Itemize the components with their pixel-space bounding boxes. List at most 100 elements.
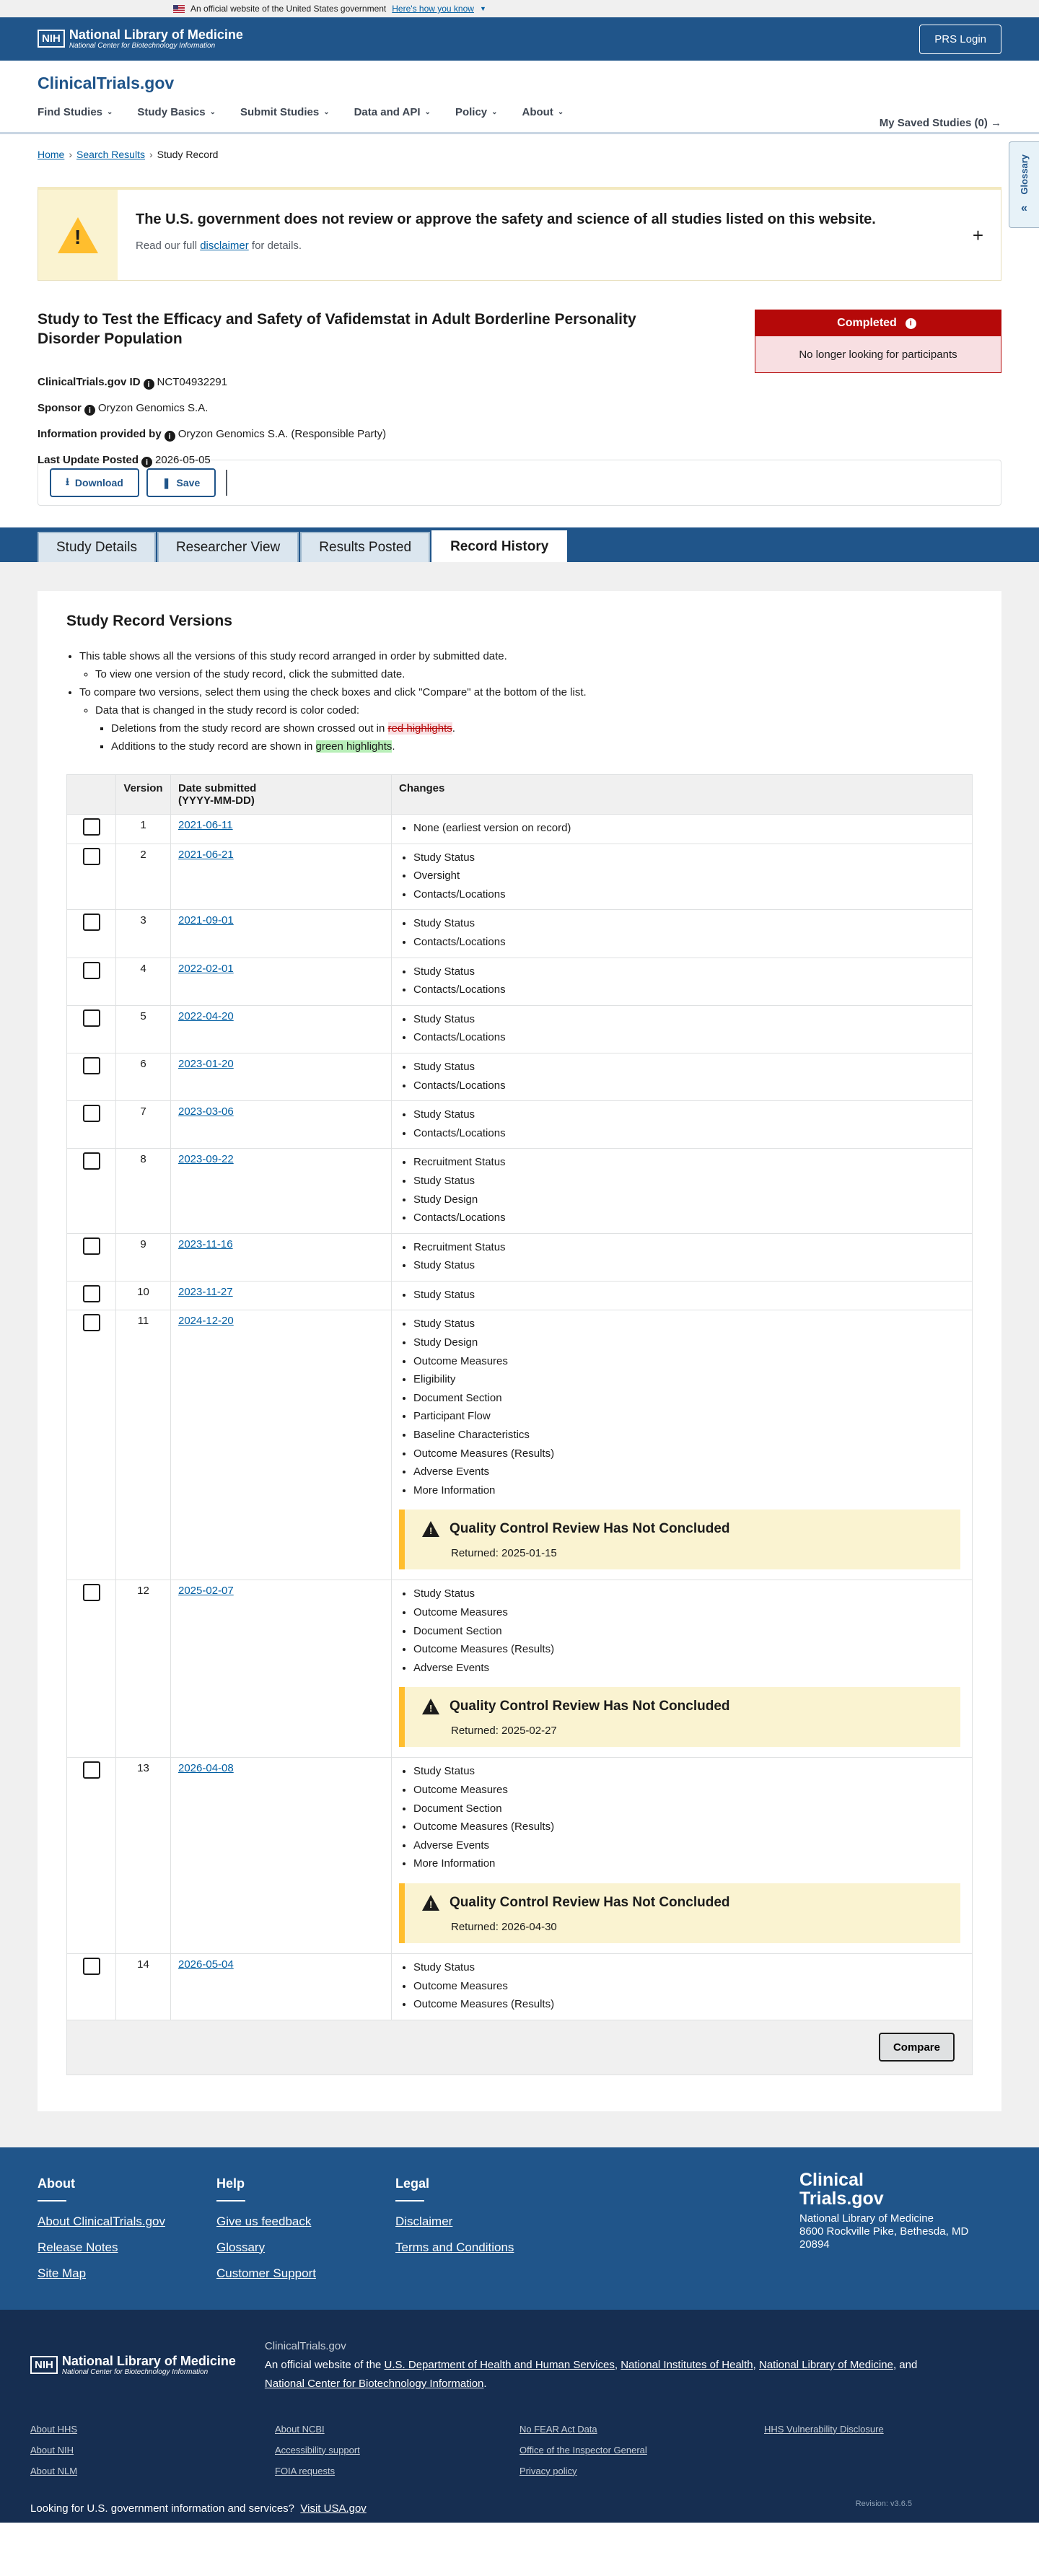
version-date-link[interactable]: 2021-06-21 [178,849,234,861]
qc-returned: Returned: 2025-01-15 [451,1547,557,1560]
version-checkbox[interactable] [82,1314,100,1332]
version-date-link[interactable]: 2023-11-27 [178,1286,233,1298]
footer-bottom-link[interactable]: HHS Vulnerability Disclosure [764,2424,1009,2435]
version-date-link[interactable]: 2021-06-11 [178,819,233,831]
version-checkbox[interactable] [82,1009,100,1027]
footer-link[interactable]: Disclaimer [395,2214,574,2229]
nav-data-api[interactable]: Data and API ⌄ [354,106,431,118]
table-row: 10 2023-11-27 Study Status [66,1280,973,1311]
version-date-link[interactable]: 2023-03-06 [178,1105,234,1118]
footer-bottom-link[interactable]: Accessibility support [275,2445,520,2455]
footer-bottom: NIH National Library of Medicine National… [0,2309,1039,2523]
footer-bottom-link[interactable]: Office of the Inspector General [520,2445,764,2455]
nlm-logo[interactable]: NIH National Library of Medicine National… [38,28,243,50]
info-icon[interactable]: i [164,431,175,442]
version-checkbox[interactable] [82,1152,100,1170]
footer-legal-heading: Legal [395,2176,430,2191]
footer-link[interactable]: About ClinicalTrials.gov [38,2214,216,2229]
version-checkbox[interactable] [82,1584,100,1602]
qc-returned: Returned: 2026-04-30 [451,1920,557,1933]
prs-login-button[interactable]: PRS Login [919,24,1001,54]
footer-link[interactable]: Terms and Conditions [395,2240,574,2255]
footer-bottom-link[interactable]: No FEAR Act Data [520,2424,764,2435]
info-icon[interactable]: i [141,457,153,468]
select-cell [66,1310,116,1581]
nlm-link[interactable]: National Library of Medicine [759,2359,893,2371]
version-date-link[interactable]: 2021-09-01 [178,914,234,926]
info-icon[interactable]: i [84,405,95,416]
compare-button[interactable]: Compare [878,2033,955,2062]
my-saved-studies-link[interactable]: My Saved Studies (0) → [880,117,1001,129]
version-checkbox[interactable] [82,1284,100,1302]
version-date-link[interactable]: 2023-11-16 [178,1238,233,1250]
nav-submit-studies[interactable]: Submit Studies ⌄ [240,106,330,118]
version-checkbox[interactable] [82,847,100,865]
version-checkbox[interactable] [82,961,100,979]
version-date-link[interactable]: 2022-02-01 [178,963,234,975]
footer-link[interactable]: Release Notes [38,2240,216,2255]
changes-cell: Study StatusContacts/Locations [391,1004,973,1053]
select-cell [66,1280,116,1311]
tab-record-history[interactable]: Record History [431,530,568,562]
version-date-link[interactable]: 2025-02-07 [178,1585,234,1597]
version-checkbox[interactable] [82,914,100,932]
version-checkbox[interactable] [82,1056,100,1074]
version-checkbox[interactable] [82,1761,100,1779]
usa-gov-link[interactable]: Visit USA.gov [300,2502,366,2515]
table-row: 3 2021-09-01 Study StatusContacts/Locati… [66,909,973,958]
version-checkbox[interactable] [82,1105,100,1123]
change-item: Contacts/Locations [413,1209,965,1227]
footer-nlm-logo[interactable]: NIH National Library of Medicine National… [30,2337,236,2393]
nav-policy[interactable]: Policy ⌄ [455,106,498,118]
version-checkbox[interactable] [82,818,100,836]
date-cell: 2023-11-16 [170,1232,392,1282]
footer-address: 8600 Rockville Pike, Bethesda, MD 20894 [799,2225,969,2251]
nih-link[interactable]: National Institutes of Health [621,2359,753,2371]
version-date-link[interactable]: 2022-04-20 [178,1010,234,1022]
version-date-link[interactable]: 2023-09-22 [178,1153,234,1165]
download-icon: ⭳ [66,476,69,487]
footer-link[interactable]: Glossary [216,2240,395,2255]
ncbi-link[interactable]: National Center for Biotechnology Inform… [265,2378,484,2390]
expand-plus-icon[interactable]: + [973,224,983,247]
version-checkbox[interactable] [82,1237,100,1255]
hhs-link[interactable]: U.S. Department of Health and Human Serv… [385,2359,615,2371]
footer-bottom-link[interactable]: About NLM [30,2466,275,2476]
changes-cell: Study StatusOutcome MeasuresDocument Sec… [391,1580,973,1758]
footer-bottom-link[interactable]: About NCBI [275,2424,520,2435]
version-date-link[interactable]: 2024-12-20 [178,1315,234,1327]
date-cell: 2023-01-20 [170,1052,392,1102]
tab-results-posted[interactable]: Results Posted [300,532,431,562]
info-icon[interactable]: i [905,317,916,329]
breadcrumb-separator-icon: › [69,149,73,160]
tab-researcher-view[interactable]: Researcher View [157,532,299,562]
footer-link[interactable]: Site Map [38,2266,216,2281]
version-date-link[interactable]: 2026-05-04 [178,1958,234,1971]
version-date-link[interactable]: 2026-04-08 [178,1762,234,1774]
footer-bottom-link[interactable]: About HHS [30,2424,275,2435]
footer-link[interactable]: Customer Support [216,2266,395,2281]
deletions-legend: Deletions from the study record are show… [111,719,973,737]
disclaimer-link[interactable]: disclaimer [200,240,249,252]
glossary-tab[interactable]: Glossary « [1009,141,1039,228]
change-item: More Information [413,1481,965,1500]
footer-bottom-link[interactable]: Privacy policy [520,2466,764,2476]
breadcrumb-search-results[interactable]: Search Results [76,149,145,160]
footer-bottom-link[interactable]: About NIH [30,2445,275,2455]
nav-study-basics[interactable]: Study Basics ⌄ [137,106,216,118]
breadcrumb-home[interactable]: Home [38,149,64,160]
qc-alert: Quality Control Review Has Not Concluded… [399,1510,960,1570]
footer-link[interactable]: Give us feedback [216,2214,395,2229]
footer-bottom-link[interactable]: FOIA requests [275,2466,520,2476]
heres-how-you-know-link[interactable]: Here's how you know [392,4,474,14]
nav-find-studies[interactable]: Find Studies ⌄ [38,106,113,118]
nav-about[interactable]: About ⌄ [522,106,564,118]
date-cell: 2023-09-22 [170,1148,392,1234]
clinicaltrials-logo[interactable]: ClinicalTrials.gov [38,61,1001,93]
version-date-link[interactable]: 2023-01-20 [178,1058,234,1070]
tab-study-details[interactable]: Study Details [38,532,156,562]
version-checkbox[interactable] [82,1957,100,1975]
info-icon[interactable]: i [143,379,154,390]
footer-logo[interactable]: Clinical Trials.gov [799,2170,1001,2208]
chevron-down-icon: ⌄ [323,108,330,116]
